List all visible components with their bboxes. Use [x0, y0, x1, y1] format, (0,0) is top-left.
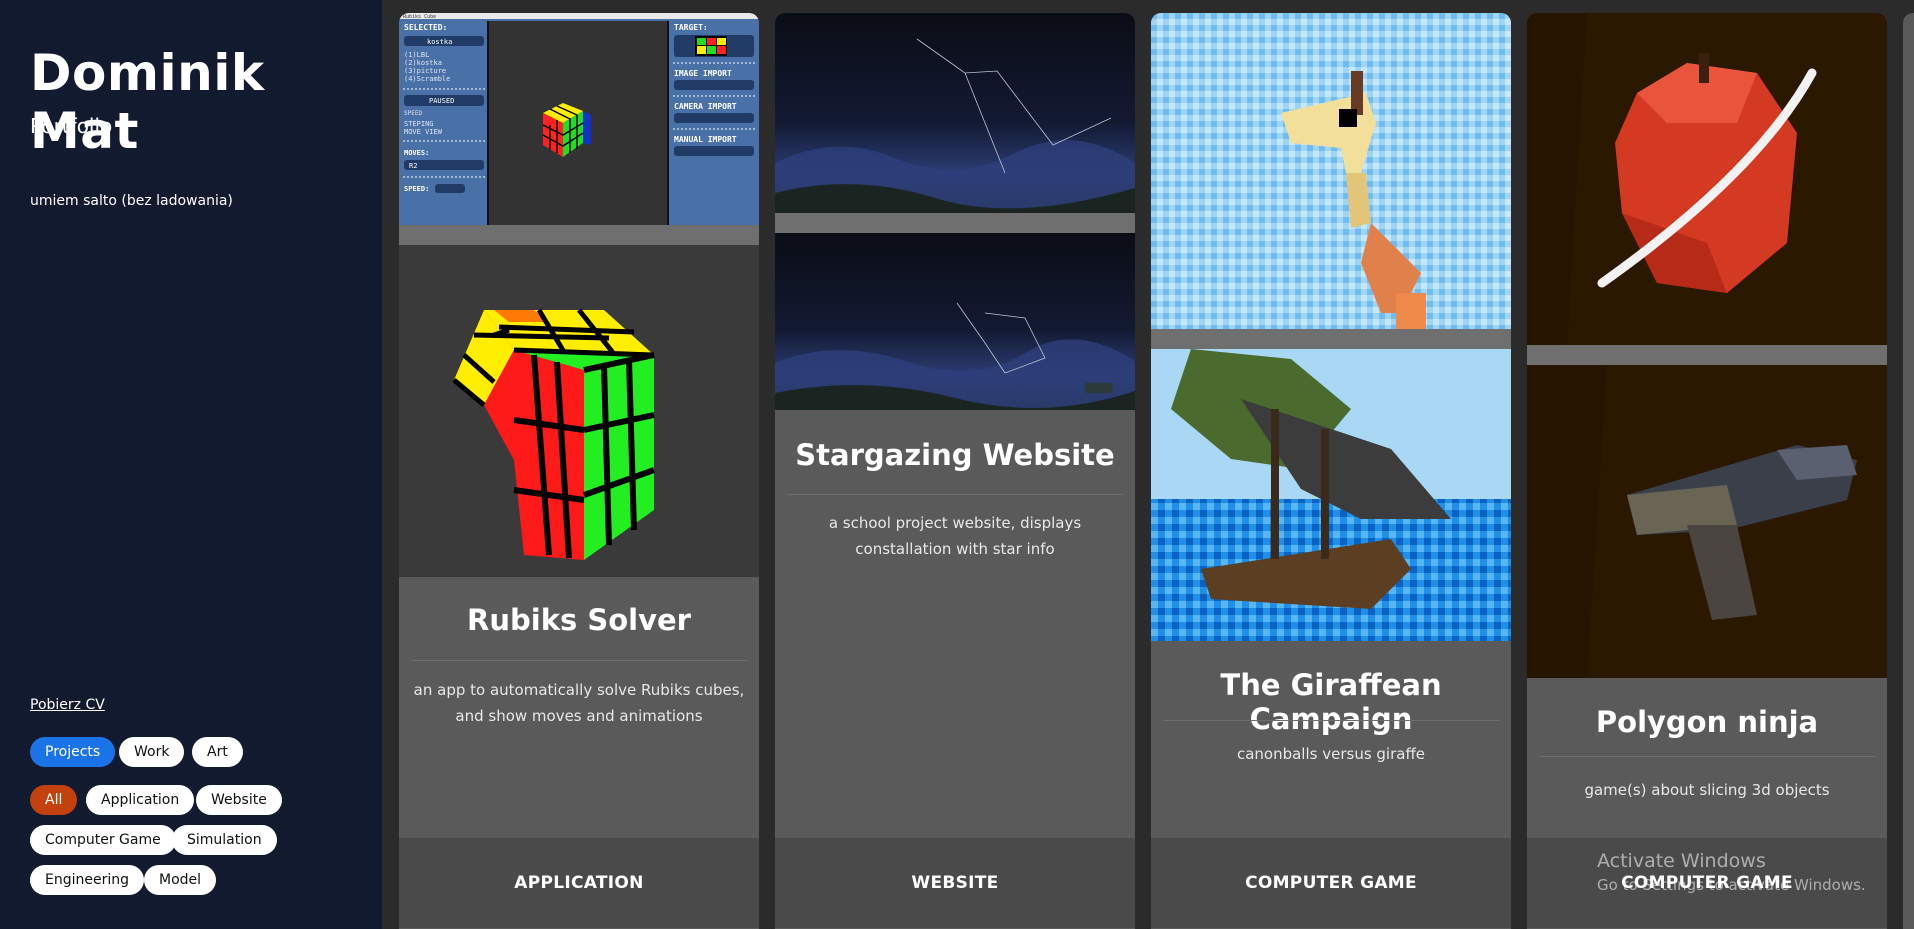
card-description: game(s) about slicing 3d objects [1584, 781, 1830, 799]
app-speed-row: SPEED [404, 110, 422, 117]
card-description: an app to automatically solve Rubiks cub… [413, 681, 745, 725]
app-moves-label: MOVES: [404, 149, 429, 157]
project-card-polygon-ninja[interactable]: Polygon ninja game(s) about slicing 3d o… [1527, 13, 1887, 929]
image-gap [1527, 345, 1887, 365]
app-moves-value: R2 [409, 162, 417, 170]
card-divider [1163, 720, 1499, 721]
app-stepping: STEPING [404, 120, 434, 128]
card-category[interactable]: APPLICATION [399, 838, 759, 928]
card-description: canonballs versus giraffe [1236, 745, 1426, 763]
card-divider [1539, 756, 1875, 757]
watermark-line-2: Go to Settings to activate Windows. [1597, 876, 1866, 894]
card-divider [787, 494, 1123, 495]
app-manual-import: MANUAL IMPORT [674, 135, 737, 144]
image-gap [775, 410, 1135, 423]
app-speed-label: SPEED: [404, 185, 429, 193]
card-description: a school project website, displays const… [828, 514, 1082, 558]
filter-all[interactable]: All [30, 785, 78, 815]
card-title: Stargazing Website [795, 438, 1115, 472]
app-option-1: (1)LBL [404, 51, 429, 59]
card-divider [411, 660, 747, 661]
stargazing-screenshot-2 [775, 233, 1135, 410]
card-title: Polygon ninja [1595, 705, 1819, 739]
filter-application[interactable]: Application [86, 785, 195, 815]
filter-computer-game[interactable]: Computer Game [30, 825, 176, 855]
giraffe-pixel-art [1151, 13, 1511, 329]
section-tab-art[interactable]: Art [192, 737, 243, 767]
pirate-ship-pixel-art [1151, 349, 1511, 641]
sliced-apple-render [1527, 13, 1887, 345]
image-gap [1151, 329, 1511, 349]
app-paused: PAUSED [429, 97, 454, 105]
app-image-import: IMAGE IMPORT [674, 69, 732, 78]
sidebar: Dominik Mat Portfolio umiem salto (bez l… [0, 0, 382, 929]
image-gap [775, 213, 1135, 233]
filter-website[interactable]: Website [196, 785, 282, 815]
section-tab-projects[interactable]: Projects [30, 737, 116, 767]
stargazing-screenshot-1 [775, 13, 1135, 213]
app-screenshot: Rubiks Cube SELECTED: kostka (1)LBL (2)k… [399, 13, 759, 225]
project-card-giraffean-campaign[interactable]: The Giraffean Campaign canonballs versus… [1151, 13, 1511, 929]
section-tab-work[interactable]: Work [119, 737, 185, 767]
app-option-2: (2)kostka [404, 59, 442, 67]
app-selected-label: SELECTED: [404, 23, 447, 32]
filter-simulation[interactable]: Simulation [172, 825, 277, 855]
app-selected-value: kostka [427, 38, 452, 46]
download-cv-link[interactable]: Pobierz CV [30, 697, 105, 713]
app-window-title: Rubiks Cube [403, 14, 436, 20]
app-option-3: (3)picture [404, 67, 446, 75]
author-name: Dominik Mat [30, 44, 265, 160]
app-camera-import: CAMERA IMPORT [674, 102, 737, 111]
app-option-4: (4)Scramble [404, 75, 450, 83]
windows-activation-watermark: Activate Windows Go to Settings to activ… [1597, 850, 1866, 894]
card-category[interactable]: COMPUTER GAME [1151, 838, 1511, 928]
rubiks-cube-image [399, 245, 759, 577]
tagline: umiem salto (bez ladowania) [30, 193, 233, 209]
filter-model[interactable]: Model [144, 865, 217, 895]
app-target-label: TARGET: [674, 23, 708, 32]
project-card-stargazing-website[interactable]: Stargazing Website a school project webs… [775, 13, 1135, 929]
card-category[interactable]: WEBSITE [775, 838, 1135, 928]
image-gap [399, 225, 759, 245]
sliced-gun-render [1527, 365, 1887, 678]
card-title: The Giraffean Campaign [1220, 668, 1442, 736]
card-title: Rubiks Solver [467, 603, 691, 637]
app-move-view: MOVE VIEW [404, 128, 443, 136]
portfolio-subtitle: Portfolio [30, 114, 113, 138]
next-card-edge[interactable] [1903, 13, 1914, 929]
filter-engineering[interactable]: Engineering [30, 865, 144, 895]
project-card-rubiks-solver[interactable]: Rubiks Cube SELECTED: kostka (1)LBL (2)k… [399, 13, 759, 929]
watermark-line-1: Activate Windows [1597, 850, 1766, 872]
